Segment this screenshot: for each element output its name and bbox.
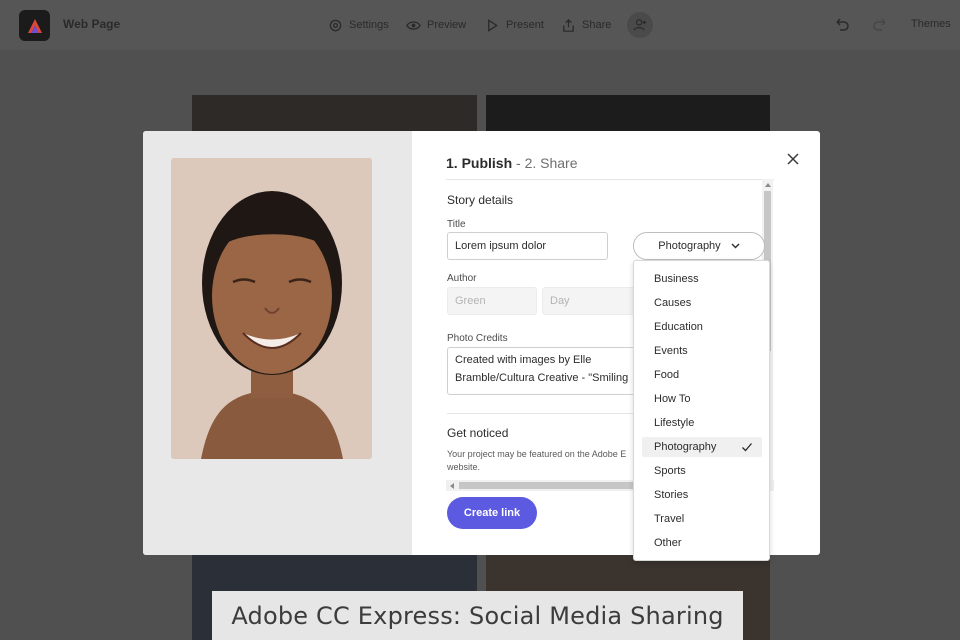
photo-credits-textarea[interactable]: Created with images by Elle Bramble/Cult… <box>447 347 647 395</box>
step-publish: 1. Publish <box>446 155 513 171</box>
title-input[interactable]: Lorem ipsum dolor <box>447 232 608 260</box>
author-last-name-input[interactable]: Day <box>542 287 642 315</box>
undo-button[interactable] <box>833 15 851 38</box>
category-option-sports[interactable]: Sports <box>642 461 762 481</box>
author-first-name-input[interactable]: Green <box>447 287 537 315</box>
share-button[interactable]: Share <box>561 15 611 35</box>
adobe-express-logo[interactable] <box>19 10 50 41</box>
caption-banner: Adobe CC Express: Social Media Sharing <box>212 591 743 640</box>
step-separator: - <box>512 155 525 171</box>
photo-credits-label: Photo Credits <box>447 333 508 344</box>
header-divider <box>446 179 774 180</box>
redo-button[interactable] <box>871 15 889 38</box>
redo-icon <box>873 18 886 31</box>
close-icon <box>787 153 799 165</box>
category-option-education[interactable]: Education <box>642 317 762 337</box>
eye-icon <box>406 20 421 30</box>
dialog-steps: 1. Publish - 2. Share <box>446 155 578 171</box>
step-share[interactable]: 2. Share <box>525 155 578 171</box>
category-option-photography-label: Photography <box>654 441 717 453</box>
present-label: Present <box>506 19 544 31</box>
category-option-how-to[interactable]: How To <box>642 389 762 409</box>
category-option-causes[interactable]: Causes <box>642 293 762 313</box>
gear-icon <box>329 19 342 31</box>
close-dialog-button[interactable] <box>785 151 801 167</box>
category-option-photography[interactable]: Photography <box>642 437 762 457</box>
settings-label: Settings <box>349 19 389 31</box>
category-select[interactable]: Photography <box>633 232 765 260</box>
caret-left-icon <box>450 482 454 489</box>
settings-button[interactable]: Settings <box>328 15 389 35</box>
top-toolbar: Web Page Settings Preview Present Share … <box>0 0 960 50</box>
undo-icon <box>836 18 849 31</box>
document-title[interactable]: Web Page <box>63 17 120 31</box>
present-button[interactable]: Present <box>485 15 544 35</box>
preview-panel <box>143 131 412 555</box>
themes-button[interactable]: Themes <box>911 18 951 30</box>
story-details-heading: Story details <box>447 193 514 207</box>
photo-credits-line-2: Bramble/Cultura Creative - "Smiling <box>455 372 629 384</box>
category-option-food[interactable]: Food <box>642 365 762 385</box>
scroll-up-arrow[interactable] <box>764 181 771 189</box>
invite-button[interactable] <box>627 12 653 38</box>
caret-up-icon <box>764 183 771 187</box>
category-option-business[interactable]: Business <box>642 269 762 289</box>
adobe-express-icon <box>27 18 42 33</box>
category-option-events[interactable]: Events <box>642 341 762 361</box>
category-select-value: Photography <box>658 240 721 252</box>
checkmark-icon <box>742 443 752 452</box>
category-option-travel[interactable]: Travel <box>642 509 762 529</box>
add-user-icon <box>633 19 647 31</box>
get-noticed-heading: Get noticed <box>447 426 509 440</box>
photo-credits-line-1: Created with images by Elle <box>455 354 592 366</box>
share-icon <box>563 18 574 32</box>
chevron-down-icon <box>731 243 740 249</box>
portrait-image <box>171 158 372 459</box>
preview-button[interactable]: Preview <box>406 15 466 35</box>
play-icon <box>488 18 498 32</box>
author-label: Author <box>447 273 477 284</box>
create-link-button[interactable]: Create link <box>447 497 537 529</box>
category-option-lifestyle[interactable]: Lifestyle <box>642 413 762 433</box>
title-label: Title <box>447 219 466 230</box>
category-option-other[interactable]: Other <box>642 533 762 553</box>
share-label: Share <box>582 19 612 31</box>
category-option-stories[interactable]: Stories <box>642 485 762 505</box>
scroll-left-arrow[interactable] <box>448 482 456 489</box>
preview-thumbnail-image <box>171 158 372 459</box>
category-dropdown-menu: Business Causes Education Events Food Ho… <box>633 260 770 561</box>
preview-label: Preview <box>427 19 467 31</box>
